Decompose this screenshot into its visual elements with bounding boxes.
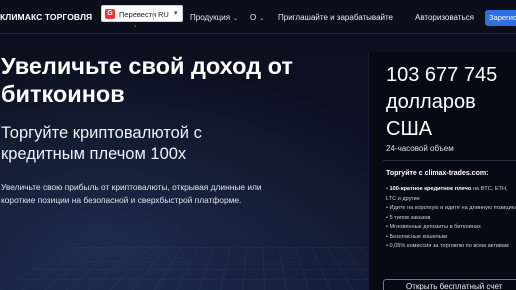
- notification-dot-icon: ▪: [134, 24, 137, 30]
- volume-caption: 24-часовой объем: [386, 144, 454, 153]
- nav-invite-label: Приглашайте и зарабатывайте: [278, 13, 394, 22]
- list-item: • Мгновенные депозиты в биткоинах: [386, 224, 481, 230]
- translate-divider: [153, 8, 154, 20]
- nav-products-label: Продукция: [190, 13, 231, 22]
- register-button[interactable]: Зарегистрироваться: [485, 10, 516, 26]
- nav-about-label: О: [250, 13, 257, 22]
- hero-subtitle: Торгуйте криптовалютой с кредитным плечо…: [1, 124, 202, 163]
- list-item: • Безопасные кошельки: [386, 233, 448, 240]
- hero-description: Увеличьте свою прибыль от криптовалюты, …: [1, 182, 262, 205]
- open-account-button[interactable]: Открыть бесплатный счет: [383, 279, 516, 290]
- nav-products[interactable]: Продукция ⌄: [190, 13, 238, 22]
- list-item: • 0,05% комиссия за торговлю по всем акт…: [386, 243, 509, 249]
- brand-logo[interactable]: КЛИМАКС ТОРГОВЛЯ: [0, 12, 92, 22]
- top-header: КЛИМАКС ТОРГОВЛЯ G Перевести RU ▾ ▪ Прод…: [0, 0, 516, 34]
- translate-label[interactable]: Перевести: [119, 10, 156, 19]
- list-item: • Идите на короткую и идите на длинную п…: [386, 205, 516, 211]
- chevron-down-icon: ⌄: [259, 16, 265, 22]
- stats-panel: 103 677 745 долларов США 24-часовой объе…: [368, 52, 516, 290]
- hero-title: Увеличьте свой доход от биткоинов: [1, 53, 293, 107]
- google-translate-icon: G: [105, 9, 115, 19]
- volume-value: 103 677 745 долларов США: [386, 64, 498, 140]
- trade-with-site: Торгуйте с climax-trades.com:: [386, 170, 489, 177]
- language-select[interactable]: RU: [158, 10, 169, 19]
- translate-widget[interactable]: G Перевести RU ▾: [101, 5, 183, 22]
- feature-list: • 100-кратное кредитное плечо на BTC, ET…: [386, 185, 516, 252]
- nav-about[interactable]: О ⌄: [250, 13, 264, 22]
- login-link[interactable]: Авторизоваться: [415, 13, 474, 22]
- chevron-down-icon[interactable]: ▾: [174, 9, 178, 17]
- list-item: • 100-кратное кредитное плечо на BTC, ET…: [386, 186, 508, 202]
- panel-divider: [383, 160, 516, 161]
- list-item: • 5 типов заказов: [386, 214, 431, 221]
- chevron-down-icon: ⌄: [233, 16, 239, 22]
- nav-invite[interactable]: Приглашайте и зарабатывайте: [278, 13, 393, 22]
